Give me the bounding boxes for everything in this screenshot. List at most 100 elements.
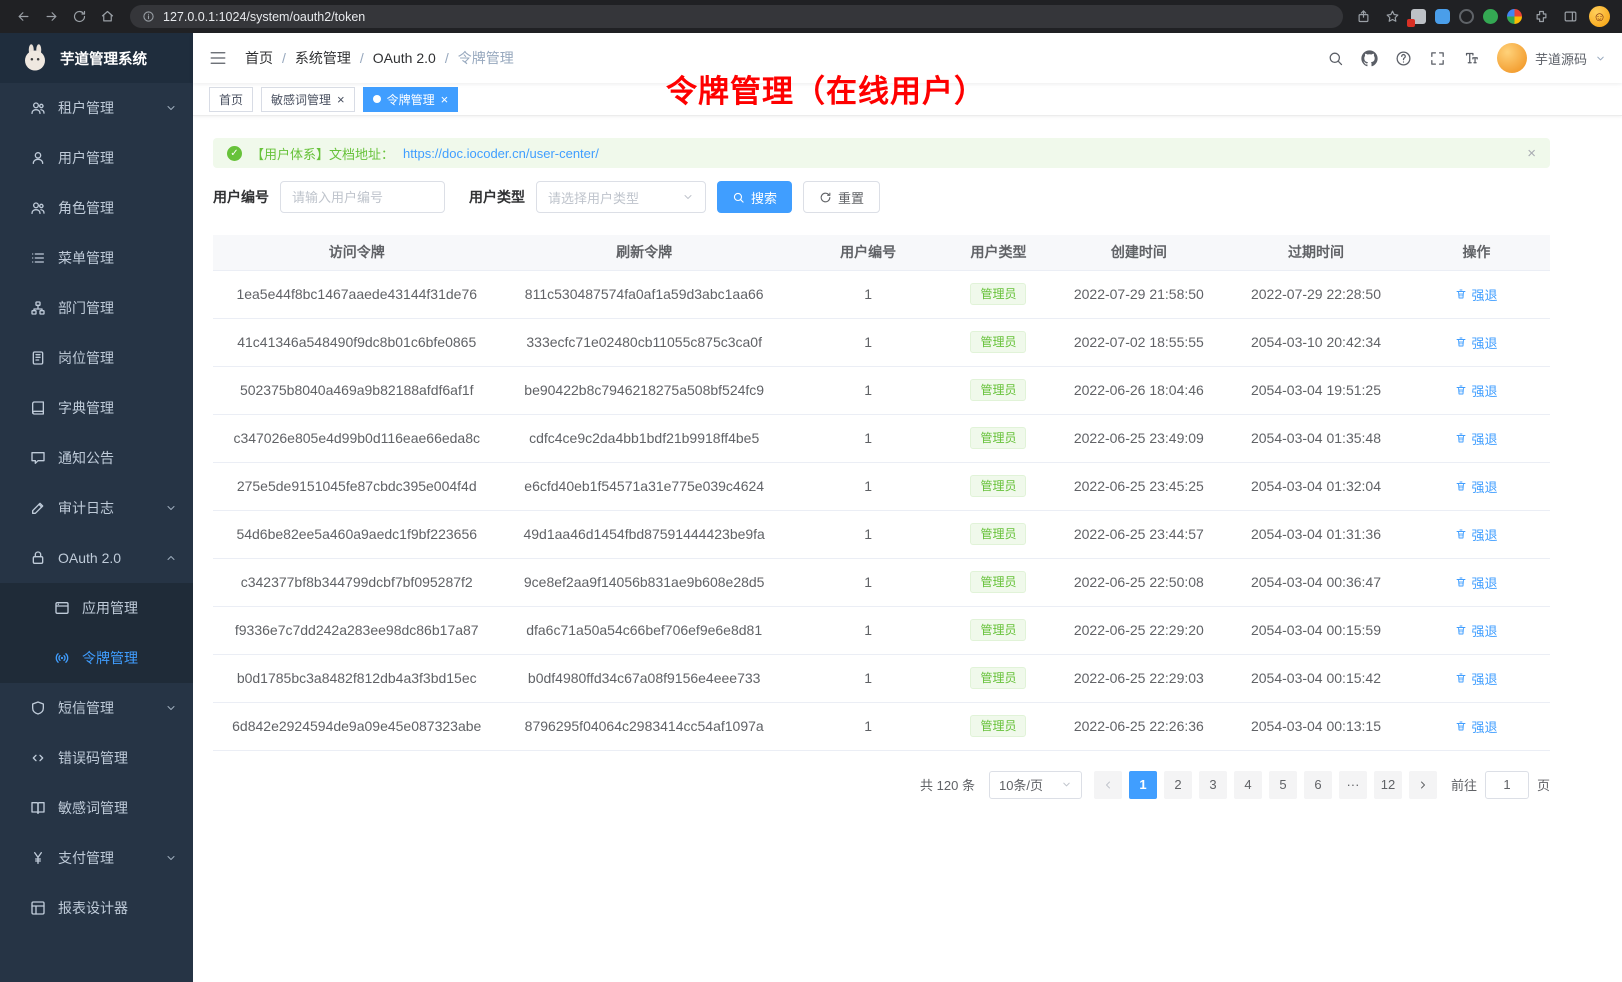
sidebar-item-token[interactable]: 令牌管理 bbox=[0, 633, 193, 683]
sidebar-item-label: 用户管理 bbox=[58, 148, 114, 168]
sidebar-item-menu[interactable]: 菜单管理 bbox=[0, 233, 193, 283]
user-id-input[interactable] bbox=[280, 181, 445, 213]
sidebar-item-oauth2[interactable]: OAuth 2.0 bbox=[0, 533, 193, 583]
next-page-button[interactable] bbox=[1409, 771, 1437, 799]
sidebar-item-post[interactable]: 岗位管理 bbox=[0, 333, 193, 383]
tab-close-icon[interactable]: × bbox=[441, 93, 449, 106]
page-button-4[interactable]: 4 bbox=[1234, 771, 1262, 799]
success-check-icon: ✓ bbox=[227, 146, 242, 161]
doc-link[interactable]: https://doc.iocoder.cn/user-center/ bbox=[403, 146, 599, 161]
tab-token[interactable]: 令牌管理× bbox=[363, 87, 459, 112]
user-type-badge: 管理员 bbox=[970, 619, 1026, 641]
token-table: 访问令牌刷新令牌用户编号用户类型创建时间过期时间操作 1ea5e44f8bc14… bbox=[213, 235, 1550, 751]
browser-bookmark-button[interactable] bbox=[1382, 6, 1402, 28]
pagination-more-button[interactable]: ··· bbox=[1339, 771, 1367, 799]
force-logout-button[interactable]: 强退 bbox=[1455, 717, 1497, 736]
search-button[interactable] bbox=[1327, 50, 1344, 67]
cell-user-id: 1 bbox=[788, 318, 948, 366]
cell-refresh-token: dfa6c71a50a54c66bef706ef9e6e8d81 bbox=[500, 606, 787, 654]
force-logout-button[interactable]: 强退 bbox=[1455, 621, 1497, 640]
browser-profile-icon[interactable]: ☺ bbox=[1589, 6, 1610, 27]
browser-extension-5-icon[interactable] bbox=[1507, 9, 1522, 24]
sidebar-item-label: 字典管理 bbox=[58, 398, 114, 418]
browser-forward-button[interactable] bbox=[38, 4, 64, 30]
cell-create-time: 2022-07-29 21:58:50 bbox=[1049, 270, 1229, 318]
force-logout-button[interactable]: 强退 bbox=[1455, 381, 1497, 400]
goto-page-input[interactable] bbox=[1485, 771, 1529, 799]
sidebar-item-dept[interactable]: 部门管理 bbox=[0, 283, 193, 333]
force-logout-button[interactable]: 强退 bbox=[1455, 429, 1497, 448]
alert-close-icon[interactable]: × bbox=[1527, 145, 1536, 162]
sidebar-item-dict[interactable]: 字典管理 bbox=[0, 383, 193, 433]
sidebar-item-role[interactable]: 角色管理 bbox=[0, 183, 193, 233]
trash-icon bbox=[1455, 720, 1467, 732]
extension-badge bbox=[1407, 19, 1415, 27]
force-logout-button[interactable]: 强退 bbox=[1455, 477, 1497, 496]
browser-home-button[interactable] bbox=[94, 4, 120, 30]
sidebar-item-error-code[interactable]: 错误码管理 bbox=[0, 733, 193, 783]
browser-extension-2-icon[interactable] bbox=[1435, 9, 1450, 24]
sidebar-item-sms[interactable]: 短信管理 bbox=[0, 683, 193, 733]
sidebar-item-user[interactable]: 用户管理 bbox=[0, 133, 193, 183]
tab-sensitive-word[interactable]: 敏感词管理× bbox=[261, 87, 355, 112]
sidebar-item-audit-log[interactable]: 审计日志 bbox=[0, 483, 193, 533]
fullscreen-button[interactable] bbox=[1429, 50, 1446, 67]
user-menu[interactable]: 芋道源码 bbox=[1497, 43, 1606, 73]
sidebar-item-notice[interactable]: 通知公告 bbox=[0, 433, 193, 483]
app-logo[interactable]: 芋道管理系统 bbox=[0, 33, 193, 83]
prev-page-button[interactable] bbox=[1094, 771, 1122, 799]
page-button-12[interactable]: 12 bbox=[1374, 771, 1402, 799]
reset-button[interactable]: 重置 bbox=[803, 181, 880, 213]
browser-reload-button[interactable] bbox=[66, 4, 92, 30]
page-size-select[interactable]: 10条/页 bbox=[989, 771, 1082, 799]
browser-back-button[interactable] bbox=[10, 4, 36, 30]
force-logout-button[interactable]: 强退 bbox=[1455, 669, 1497, 688]
help-button[interactable] bbox=[1395, 50, 1412, 67]
browser-share-button[interactable] bbox=[1353, 6, 1373, 28]
sidebar-item-label: 部门管理 bbox=[58, 298, 114, 318]
browser-side-panel-button[interactable] bbox=[1560, 6, 1580, 28]
search-button-label: 搜索 bbox=[751, 188, 777, 207]
force-logout-button[interactable]: 强退 bbox=[1455, 525, 1497, 544]
search-button[interactable]: 搜索 bbox=[717, 181, 792, 213]
page-button-3[interactable]: 3 bbox=[1199, 771, 1227, 799]
tab-home[interactable]: 首页 bbox=[209, 87, 253, 112]
github-button[interactable] bbox=[1361, 50, 1378, 67]
tab-close-icon[interactable]: × bbox=[337, 93, 345, 106]
sidebar-item-label: OAuth 2.0 bbox=[58, 550, 121, 566]
sidebar-item-tenant[interactable]: 租户管理 bbox=[0, 83, 193, 133]
force-logout-label: 强退 bbox=[1471, 621, 1497, 640]
url-bar[interactable]: 127.0.0.1:1024/system/oauth2/token bbox=[130, 5, 1343, 28]
page-button-6[interactable]: 6 bbox=[1304, 771, 1332, 799]
breadcrumb-item[interactable]: 系统管理 bbox=[295, 48, 351, 68]
people-icon bbox=[30, 200, 46, 216]
page-button-1[interactable]: 1 bbox=[1129, 771, 1157, 799]
sidebar-item-sensitive-word[interactable]: 敏感词管理 bbox=[0, 783, 193, 833]
trash-icon bbox=[1455, 336, 1467, 348]
info-icon bbox=[142, 10, 155, 23]
page-button-2[interactable]: 2 bbox=[1164, 771, 1192, 799]
hamburger-icon[interactable] bbox=[209, 49, 227, 67]
expand-icon bbox=[1429, 50, 1446, 67]
search-form: 用户编号 用户类型 请选择用户类型 搜索 bbox=[213, 181, 1550, 213]
force-logout-button[interactable]: 强退 bbox=[1455, 285, 1497, 304]
breadcrumb-item[interactable]: OAuth 2.0 bbox=[373, 50, 436, 66]
chevron-down-icon bbox=[165, 502, 177, 514]
force-logout-button[interactable]: 强退 bbox=[1455, 573, 1497, 592]
user-type-select[interactable]: 请选择用户类型 bbox=[536, 181, 706, 213]
page-button-5[interactable]: 5 bbox=[1269, 771, 1297, 799]
sidebar-item-report-designer[interactable]: 报表设计器 bbox=[0, 883, 193, 933]
chat-icon bbox=[30, 450, 46, 466]
browser-extension-4-icon[interactable] bbox=[1483, 9, 1498, 24]
cell-refresh-token: 8796295f04064c2983414cc54af1097a bbox=[500, 702, 787, 750]
breadcrumb-item[interactable]: 首页 bbox=[245, 48, 273, 68]
sidebar-item-label: 角色管理 bbox=[58, 198, 114, 218]
force-logout-label: 强退 bbox=[1471, 477, 1497, 496]
browser-extension-3-icon[interactable] bbox=[1459, 9, 1474, 24]
font-size-button[interactable] bbox=[1463, 50, 1480, 67]
sidebar-item-pay[interactable]: 支付管理 bbox=[0, 833, 193, 883]
browser-extension-1-icon[interactable] bbox=[1411, 9, 1426, 24]
force-logout-button[interactable]: 强退 bbox=[1455, 333, 1497, 352]
browser-extensions-button[interactable] bbox=[1531, 6, 1551, 28]
sidebar-item-app[interactable]: 应用管理 bbox=[0, 583, 193, 633]
